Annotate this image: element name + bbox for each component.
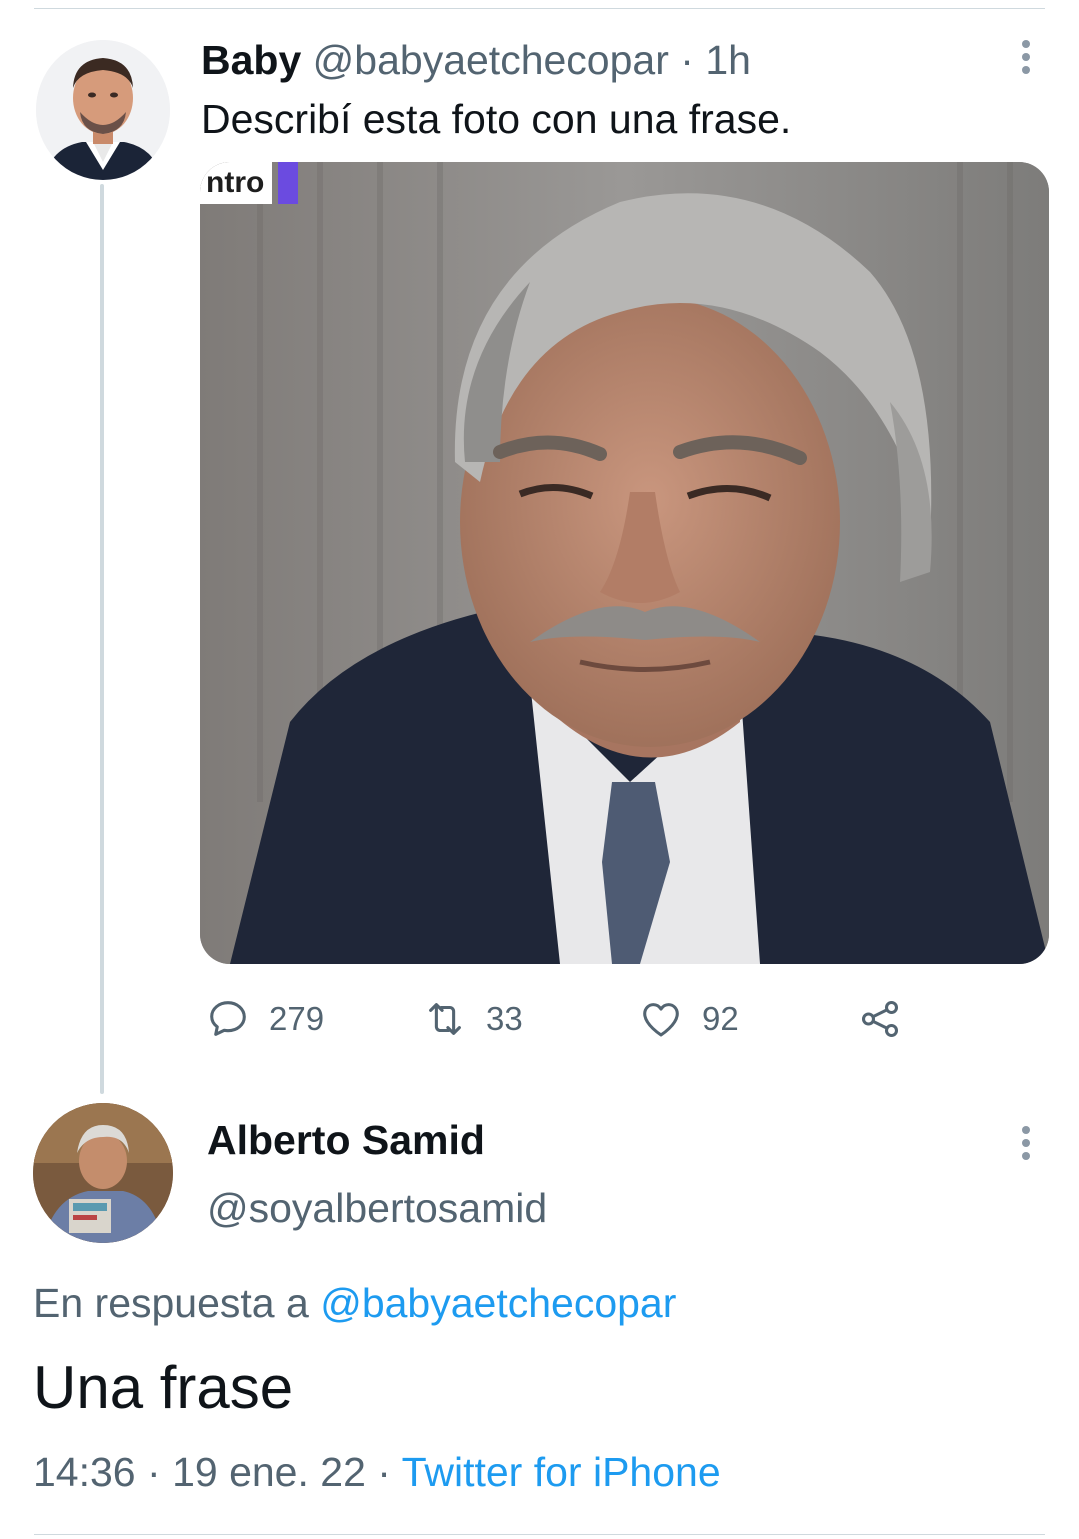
broadcast-label-accent	[278, 162, 298, 204]
share-button[interactable]	[857, 996, 903, 1042]
reply-button[interactable]: 279	[205, 996, 324, 1042]
author-avatar-baby[interactable]	[36, 40, 170, 180]
tweet-actions: 279 33 92	[200, 996, 960, 1046]
retweet-count: 33	[486, 1000, 523, 1037]
broadcast-label: ntro	[200, 162, 273, 204]
reply-author-name[interactable]: Alberto Samid	[207, 1116, 485, 1164]
reply-prefix: En respuesta a	[33, 1280, 309, 1326]
more-options-icon[interactable]	[1016, 1126, 1036, 1160]
heart-icon	[643, 1003, 679, 1037]
reply-context: En respuesta a @babyaetchecopar	[33, 1278, 676, 1328]
tweet-media-photo[interactable]: ntro	[200, 162, 1049, 964]
like-button[interactable]: 92	[638, 996, 739, 1042]
share-icon	[861, 1000, 899, 1038]
header-separator: ·	[680, 37, 694, 83]
author-avatar-alberto-samid[interactable]	[33, 1103, 173, 1243]
more-options-icon[interactable]	[1016, 40, 1036, 74]
reply-count: 279	[269, 1000, 325, 1037]
meta-separator: ·	[377, 1449, 391, 1495]
reply-date[interactable]: 19 ene. 22	[172, 1449, 366, 1495]
reply-source-link[interactable]: Twitter for iPhone	[402, 1449, 721, 1495]
tweet-time[interactable]: 1h	[705, 37, 751, 83]
reply-metadata: 14:36 · 19 ene. 22 · Twitter for iPhone	[33, 1447, 721, 1497]
top-divider	[34, 8, 1045, 9]
reply-mention-link[interactable]: @babyaetchecopar	[320, 1280, 676, 1326]
tweet-text: Describí esta foto con una frase.	[201, 96, 792, 142]
author-name[interactable]: Baby	[201, 37, 301, 83]
tweet-header: Baby @babyaetchecopar · 1h	[201, 36, 751, 84]
retweet-icon	[429, 1003, 461, 1035]
retweet-button[interactable]: 33	[422, 996, 523, 1042]
avatar-portrait	[36, 40, 170, 180]
tweet-thread: Baby @babyaetchecopar · 1h Describí esta…	[0, 0, 1079, 1539]
author-handle[interactable]: @babyaetchecopar	[313, 37, 669, 83]
photo-illustration	[200, 162, 1049, 964]
reply-time[interactable]: 14:36	[33, 1449, 136, 1495]
like-count: 92	[702, 1000, 739, 1037]
meta-separator: ·	[147, 1449, 161, 1495]
bottom-divider	[34, 1534, 1045, 1535]
reply-text: Una frase	[33, 1354, 294, 1421]
speech-bubble-icon	[210, 1001, 246, 1036]
avatar-portrait	[33, 1103, 173, 1243]
thread-connector-line	[100, 184, 104, 1094]
reply-author-handle[interactable]: @soyalbertosamid	[207, 1184, 547, 1232]
